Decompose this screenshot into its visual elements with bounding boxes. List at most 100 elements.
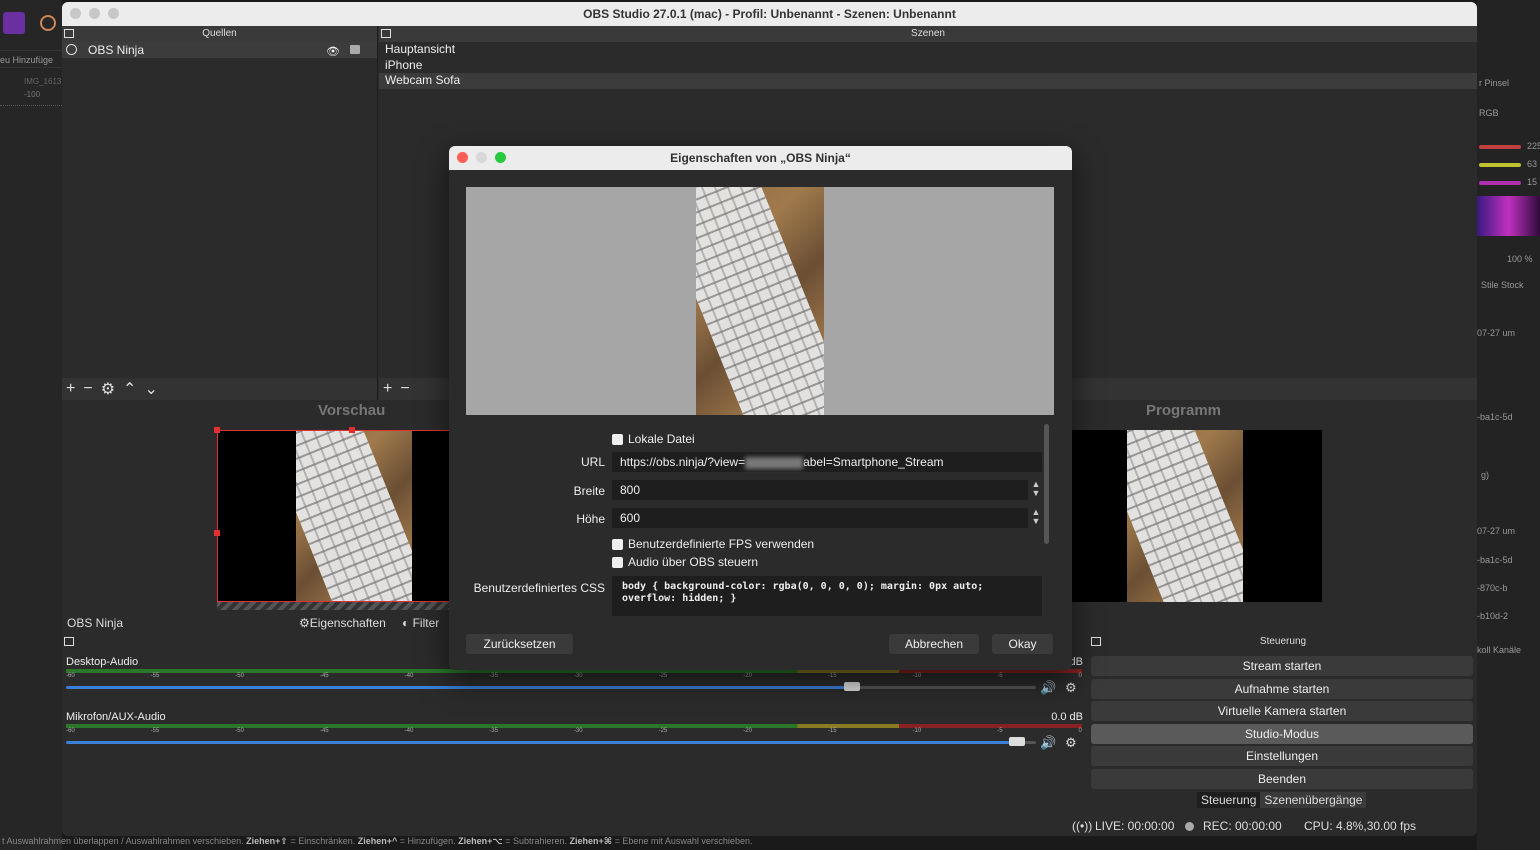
transform-handle[interactable] (349, 427, 355, 433)
dialog-window-controls (457, 152, 506, 163)
cpu-fps: CPU: 4.8%,30.00 fps (1304, 819, 1417, 833)
sources-title: Quellen (202, 28, 237, 39)
height-stepper-icon[interactable]: ▲ ▼ (1030, 508, 1042, 528)
cancel-button[interactable]: Abbrechen (889, 634, 979, 654)
browser-source-icon (66, 44, 77, 55)
width-stepper-icon[interactable]: ▲ ▼ (1030, 480, 1042, 500)
custom-fps-checkbox[interactable]: Benutzerdefinierte FPS verwenden (612, 537, 814, 551)
dialog-source-preview (466, 187, 1054, 415)
bg-label: 63 (1527, 159, 1538, 169)
program-canvas (1070, 430, 1322, 602)
checkbox-box[interactable] (612, 556, 623, 568)
filter-button[interactable]: ◐ Filter (402, 612, 439, 634)
background-file-label: IMG_1613 (24, 77, 62, 86)
visibility-eye-icon[interactable]: 👁 (326, 44, 340, 60)
sources-dock: Quellen OBS Ninja 👁 + − ⚙ ⌃ ⌄ (62, 26, 378, 400)
start-stream-button[interactable]: Stream starten (1091, 656, 1473, 676)
audio-obs-checkbox[interactable]: Audio über OBS steuern (612, 555, 758, 569)
window-titlebar: OBS Studio 27.0.1 (mac) - Profil: Unbena… (62, 2, 1477, 26)
volume-slider-knob[interactable] (1008, 737, 1025, 746)
start-recording-button[interactable]: Aufnahme starten (1091, 679, 1473, 699)
move-down-chevron-icon[interactable]: ⌄ (144, 379, 157, 399)
dialog-close-button[interactable] (457, 152, 468, 163)
remove-scene-button[interactable]: − (400, 380, 409, 398)
volume-slider-fill (66, 741, 1017, 744)
filter-icon: ◐ (402, 616, 413, 630)
undock-icon[interactable] (1091, 637, 1101, 646)
custom-css-label: Benutzerdefiniertes CSS (473, 581, 605, 595)
preview-video-frame (296, 431, 412, 601)
bg-label: -b10d-2 (1477, 611, 1509, 621)
filter-button-label: Filter (412, 616, 440, 630)
mixer-gear-icon[interactable]: ⚙ (1065, 735, 1077, 751)
ok-button[interactable]: Okay (992, 634, 1053, 654)
move-up-chevron-icon[interactable]: ⌃ (123, 379, 136, 399)
bg-label: Stile Stock (1481, 280, 1524, 290)
tab-transitions[interactable]: Szenenübergänge (1260, 792, 1367, 808)
sources-toolbar: + − ⚙ ⌃ ⌄ (62, 378, 377, 400)
close-window-button[interactable] (70, 8, 81, 19)
bg-label: -870c-b (1477, 583, 1508, 593)
settings-button[interactable]: Einstellungen (1091, 746, 1473, 766)
url-input[interactable]: https://obs.ninja/?view= abel=Smartphone_… (612, 452, 1042, 472)
studio-mode-button[interactable]: Studio-Modus (1091, 724, 1473, 744)
start-virtual-camera-button[interactable]: Virtuelle Kamera starten (1091, 701, 1473, 721)
volume-slider-knob[interactable] (843, 682, 860, 691)
source-item-label: OBS Ninja (88, 43, 145, 57)
meter-ticks: -60 -55 -50 -45 -40 -35 -30 -25 -20 -15 -10 -5 0 (66, 728, 1082, 734)
height-input[interactable]: 600 (612, 508, 1028, 528)
dialog-zoom-button[interactable] (495, 152, 506, 163)
scene-item[interactable]: iPhone (379, 58, 1477, 74)
background-ruler: -100 (0, 90, 62, 106)
custom-css-textarea[interactable]: body { background-color: rgba(0, 0, 0, 0… (612, 576, 1042, 616)
window-controls (70, 8, 119, 19)
url-label: URL (580, 455, 605, 469)
zoom-window-button[interactable] (108, 8, 119, 19)
exit-button[interactable]: Beenden (1091, 769, 1473, 789)
width-input[interactable]: 800 (612, 480, 1028, 500)
controls-header: Steuerung (1089, 634, 1477, 650)
reset-button[interactable]: Zurücksetzen (466, 634, 573, 654)
track-db: 0.0 dB (1051, 711, 1083, 723)
mixer-gear-icon[interactable]: ⚙ (1065, 680, 1077, 696)
source-item[interactable]: OBS Ninja 👁 (62, 42, 377, 58)
add-scene-button[interactable]: + (383, 380, 392, 398)
scenes-title: Szenen (911, 28, 945, 39)
checkbox-box[interactable] (612, 538, 623, 550)
url-prefix: https://obs.ninja/?view= (620, 455, 746, 469)
program-video-frame (1127, 430, 1243, 602)
checkbox-box[interactable] (612, 433, 623, 445)
volume-slider-fill (66, 686, 852, 689)
gear-icon: ⚙ (299, 616, 310, 630)
background-tabs: eu Hinzufüge (0, 50, 62, 68)
add-source-button[interactable]: + (66, 380, 75, 398)
scene-item-selected[interactable]: Webcam Sofa (379, 73, 1477, 89)
bg-label: 07-27 um (1477, 526, 1516, 536)
source-settings-gear-icon[interactable]: ⚙ (101, 379, 115, 399)
speaker-icon[interactable]: 🔊 (1040, 680, 1056, 696)
audio-obs-label: Audio über OBS steuern (628, 555, 759, 569)
speaker-icon[interactable]: 🔊 (1040, 735, 1056, 751)
bg-slider-yellow (1479, 163, 1521, 167)
bg-label: g) (1481, 470, 1490, 480)
tab-controls[interactable]: Steuerung (1197, 792, 1261, 808)
lock-icon[interactable] (350, 45, 360, 54)
local-file-checkbox[interactable]: Lokale Datei (612, 432, 695, 446)
undock-icon[interactable] (381, 29, 391, 38)
height-label: Höhe (576, 512, 605, 526)
scene-item[interactable]: Hauptansicht (379, 42, 1477, 58)
undock-icon[interactable] (64, 637, 74, 646)
bg-label: koll Kanäle (1477, 645, 1522, 655)
transform-handle[interactable] (214, 530, 220, 536)
minimize-window-button[interactable] (89, 8, 100, 19)
properties-button[interactable]: ⚙Eigenschaften (299, 612, 386, 634)
undock-icon[interactable] (64, 29, 74, 38)
transform-handle[interactable] (214, 427, 220, 433)
dialog-scrollbar[interactable] (1044, 424, 1049, 544)
preview-canvas[interactable] (217, 430, 457, 602)
dialog-minimize-button[interactable] (476, 152, 487, 163)
remove-source-button[interactable]: − (83, 380, 92, 398)
bg-slider-magenta (1479, 181, 1521, 185)
track-name: Mikrofon/AUX-Audio (66, 711, 166, 723)
program-label: Programm (1146, 402, 1222, 419)
